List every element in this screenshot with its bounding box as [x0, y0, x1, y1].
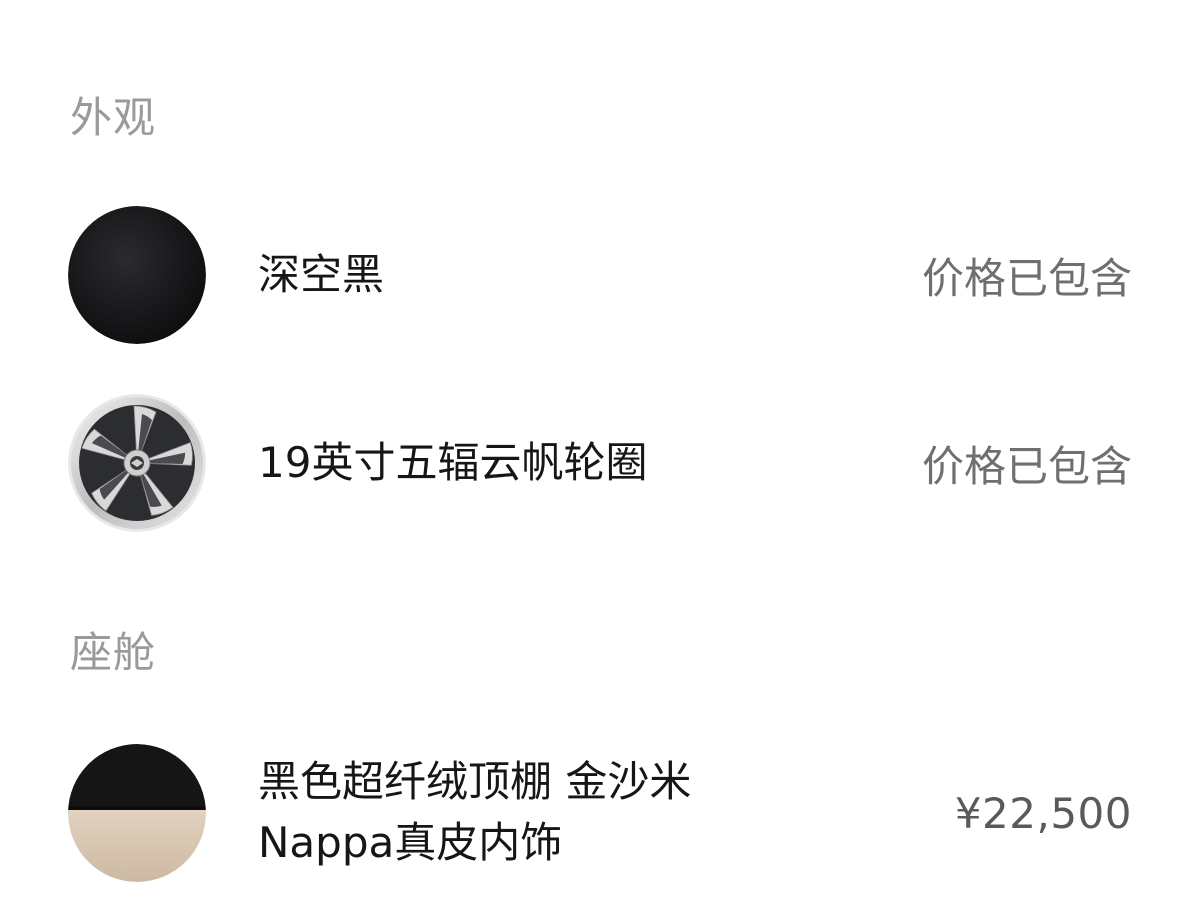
option-row-interior: 黑色超纤绒顶棚 金沙米 Nappa真皮内饰 ¥22,500: [68, 744, 1132, 882]
option-name-interior: 黑色超纤绒顶棚 金沙米 Nappa真皮内饰: [258, 752, 955, 874]
option-price-interior: ¥22,500: [954, 788, 1132, 838]
section-title-cabin: 座舱: [70, 628, 157, 677]
section-title-exterior: 外观: [70, 93, 157, 142]
option-name-wheel: 19英寸五辐云帆轮圈: [258, 437, 648, 487]
option-price-wheel: 价格已包含: [921, 441, 1132, 491]
option-row-paint: 深空黑 价格已包含: [68, 206, 1132, 344]
option-name-interior-line2: Nappa真皮内饰: [258, 818, 563, 867]
black-paint-swatch-icon: [68, 206, 206, 344]
interior-material-swatch-icon: [68, 744, 206, 882]
wheel-rim-icon: [68, 394, 206, 532]
option-row-wheel: 19英寸五辐云帆轮圈 价格已包含: [68, 394, 1132, 532]
option-name-paint: 深空黑: [258, 249, 385, 299]
options-summary-page: 外观 深空黑 价格已包含 19英寸五辐云帆轮圈 价格已包含 座舱 黑色超纤绒顶棚…: [0, 0, 1200, 900]
option-price-paint: 价格已包含: [921, 253, 1132, 303]
option-name-interior-line1: 黑色超纤绒顶棚 金沙米: [258, 757, 692, 807]
